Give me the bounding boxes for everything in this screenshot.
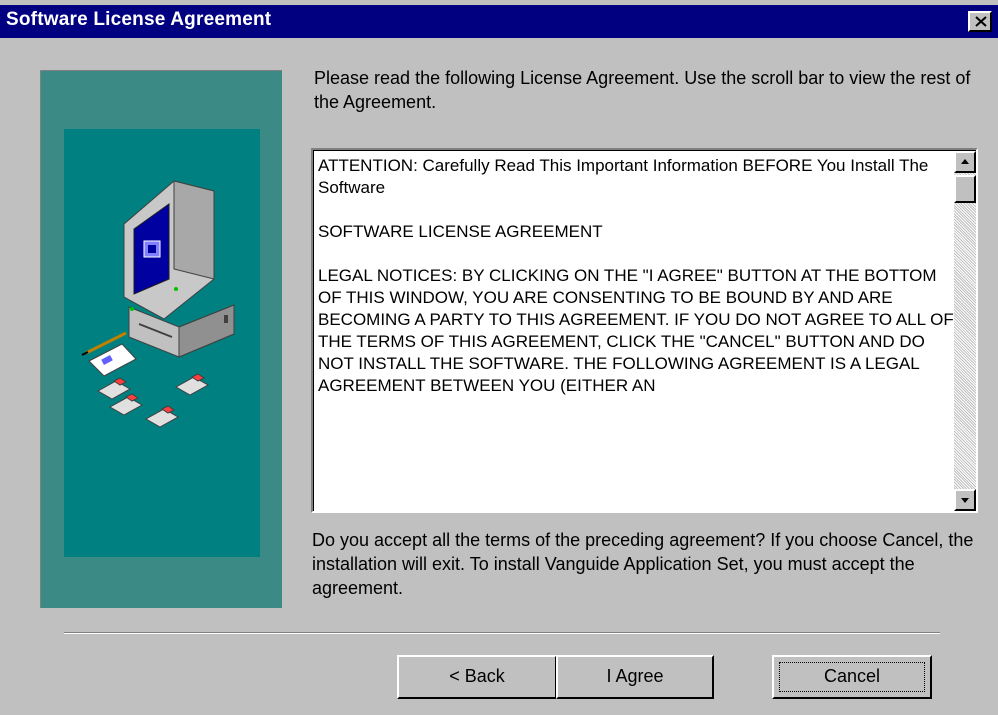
title-bar[interactable]: Software License Agreement	[0, 5, 998, 38]
scroll-down-button[interactable]	[954, 489, 976, 511]
scroll-up-arrow-icon	[961, 159, 969, 164]
scroll-up-button[interactable]	[954, 151, 976, 173]
illustration-inner-panel	[64, 129, 260, 557]
close-icon	[975, 16, 987, 27]
illustration-panel	[40, 70, 282, 608]
cancel-button[interactable]: Cancel	[772, 655, 932, 699]
close-button[interactable]	[968, 11, 992, 32]
scroll-thumb[interactable]	[954, 175, 976, 203]
divider	[64, 632, 940, 634]
window-title: Software License Agreement	[6, 9, 272, 30]
computer-install-illustration	[81, 180, 235, 428]
vertical-scrollbar[interactable]	[954, 151, 976, 511]
license-paragraph: SOFTWARE LICENSE AGREEMENT	[318, 222, 603, 241]
scroll-down-arrow-icon	[961, 498, 969, 503]
license-paragraph: LEGAL NOTICES: BY CLICKING ON THE "I AGR…	[318, 266, 954, 395]
license-text: ATTENTION: Carefully Read This Important…	[318, 155, 958, 397]
accept-question-text: Do you accept all the terms of the prece…	[312, 530, 974, 598]
license-text-box[interactable]: ATTENTION: Carefully Read This Important…	[311, 148, 978, 513]
license-dialog: Software License Agreement Please read t…	[0, 0, 998, 715]
back-button[interactable]: < Back	[397, 655, 557, 699]
license-paragraph: ATTENTION: Carefully Read This Important…	[318, 156, 929, 197]
focus-rectangle	[779, 662, 925, 692]
agree-button[interactable]: I Agree	[556, 655, 714, 699]
instructions-text: Please read the following License Agreem…	[314, 68, 971, 112]
